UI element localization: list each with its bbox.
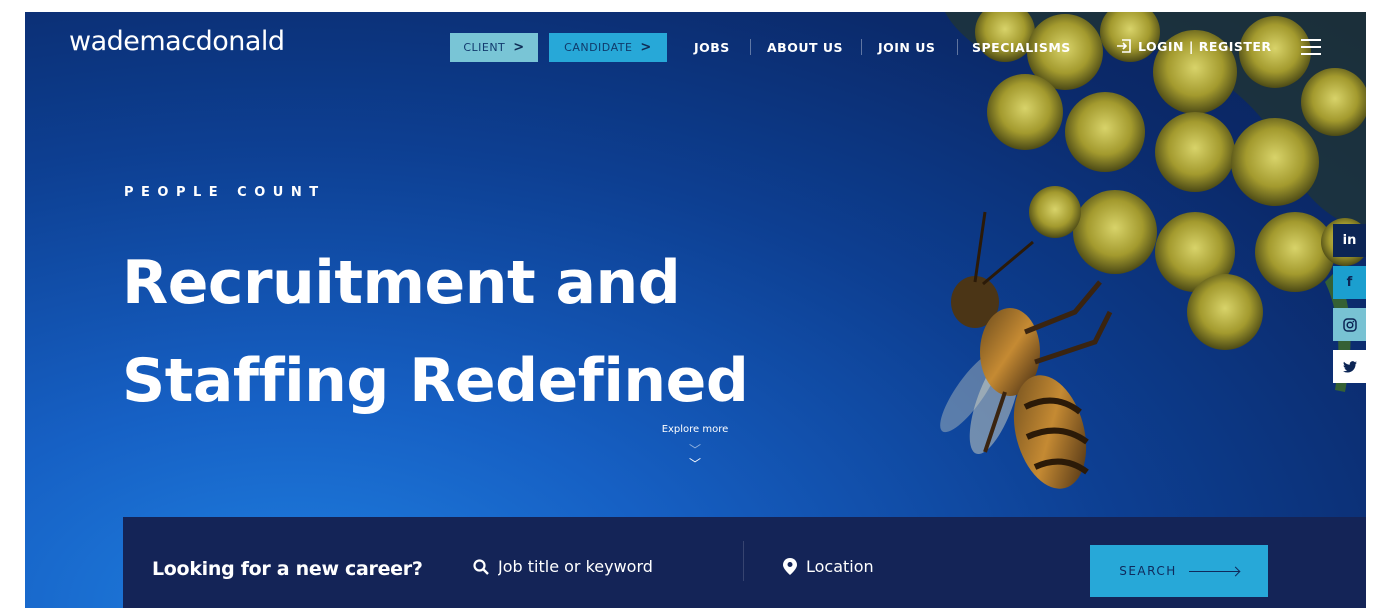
nav-divider [750,39,751,55]
search-heading: Looking for a new career? [152,558,423,580]
login-register-link[interactable]: LOGIN | REGISTER [1116,38,1272,54]
brand-logo[interactable]: wademacdonald [69,26,285,57]
candidate-button-label: CANDIDATE [564,41,633,54]
instagram-glyph [1342,317,1357,332]
twitter-glyph [1342,360,1357,373]
chevron-right-icon: > [640,40,652,55]
keyword-field [473,557,718,576]
hero-eyebrow: PEOPLE COUNT [124,185,326,200]
nav-link-join-us[interactable]: JOIN US [878,40,935,55]
location-input[interactable] [806,557,1026,576]
location-field [783,557,1026,576]
bee-flower-photo [940,12,1366,489]
twitter-icon[interactable] [1333,350,1366,383]
arrow-right-icon [1188,570,1239,572]
chevron-right-icon: > [513,40,525,55]
location-pin-icon [783,558,797,575]
keyword-input[interactable] [498,557,718,576]
hero-headline-line-2: Staffing Redefined [122,346,749,416]
client-button-label: CLIENT [463,41,506,54]
job-search-bar: Looking for a new career? SEARCH [123,517,1366,608]
instagram-icon[interactable] [1333,308,1366,341]
search-button[interactable]: SEARCH [1090,545,1268,597]
search-icon [473,558,489,575]
linkedin-icon[interactable]: in [1333,224,1366,257]
hero-headline-line-1: Recruitment and [122,248,681,318]
facebook-icon[interactable]: f [1333,266,1366,299]
explore-more-link[interactable]: Explore more ﹀ ﹀ [635,424,755,471]
client-button[interactable]: CLIENT > [450,33,538,62]
login-icon [1117,39,1131,53]
candidate-button[interactable]: CANDIDATE > [549,33,667,62]
search-field-divider [743,541,744,581]
search-button-label: SEARCH [1119,564,1177,578]
login-register-label: LOGIN | REGISTER [1138,38,1272,54]
chevron-down-icon: ﹀ ﹀ [688,443,701,471]
nav-divider [861,39,862,55]
hamburger-menu-icon[interactable] [1301,39,1321,55]
nav-link-about-us[interactable]: ABOUT US [767,40,843,55]
hero-headline: Recruitment and Staffing Redefined [122,234,842,430]
hero-section: wademacdonald CLIENT > CANDIDATE > JOBS … [25,12,1366,608]
nav-divider [957,39,958,55]
nav-link-jobs[interactable]: JOBS [694,40,730,55]
nav-link-specialisms[interactable]: SPECIALISMS [972,40,1071,55]
explore-more-label: Explore more [661,424,729,435]
